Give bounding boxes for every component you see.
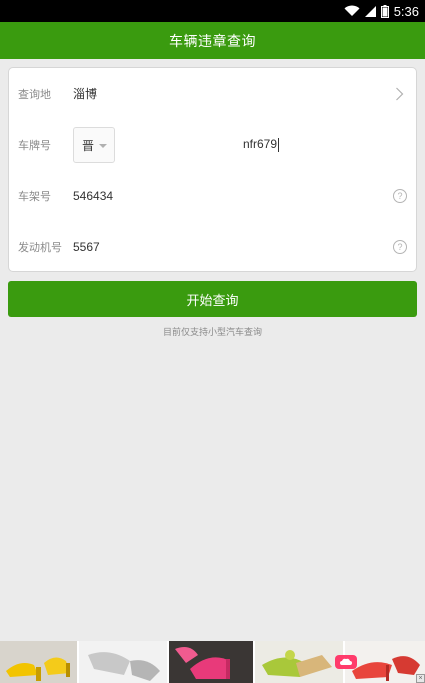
province-select[interactable]: 晋 bbox=[73, 127, 115, 163]
frame-number-input[interactable]: 546434 bbox=[73, 189, 113, 203]
frame-row: 车架号 546434 ? bbox=[9, 170, 416, 221]
status-icons: 5:36 bbox=[344, 0, 425, 22]
page-title: 车辆违章查询 bbox=[169, 33, 256, 50]
text-cursor bbox=[278, 137, 280, 152]
province-value: 晋 bbox=[82, 138, 95, 153]
signal-icon bbox=[364, 6, 376, 17]
ad-badge-icon bbox=[335, 655, 357, 669]
query-form-card: 查询地 淄博 车牌号 晋 nfr679 车架号 546434 ? 发动机号 55… bbox=[8, 67, 417, 272]
app-bar: 车辆违章查询 bbox=[0, 22, 425, 59]
support-note: 目前仅支持小型汽车查询 bbox=[162, 328, 262, 338]
start-query-label: 开始查询 bbox=[186, 293, 239, 309]
cloud-icon bbox=[340, 658, 352, 665]
status-time: 5:36 bbox=[393, 3, 419, 19]
engine-row: 发动机号 5567 ? bbox=[9, 221, 416, 272]
start-query-button[interactable]: 开始查询 bbox=[8, 281, 417, 317]
engine-number-input[interactable]: 5567 bbox=[73, 240, 100, 254]
status-bar: 5:36 bbox=[0, 0, 425, 22]
dropdown-caret-icon bbox=[99, 144, 107, 148]
ad-close-icon[interactable]: × bbox=[416, 674, 425, 683]
plate-number-input[interactable]: nfr679 bbox=[243, 137, 280, 152]
city-row[interactable]: 查询地 淄博 bbox=[9, 68, 416, 119]
city-label: 查询地 bbox=[18, 87, 51, 101]
plate-number-text: nfr679 bbox=[243, 137, 278, 152]
engine-label: 发动机号 bbox=[18, 240, 62, 254]
ad-image[interactable] bbox=[0, 641, 425, 683]
help-icon[interactable]: ? bbox=[393, 188, 407, 203]
plate-label: 车牌号 bbox=[18, 138, 51, 152]
ad-banner[interactable]: × bbox=[0, 641, 425, 683]
chevron-right-icon bbox=[396, 87, 404, 101]
frame-label: 车架号 bbox=[18, 189, 51, 203]
battery-icon bbox=[380, 4, 389, 18]
wifi-icon bbox=[344, 5, 360, 16]
city-value: 淄博 bbox=[73, 87, 98, 101]
help-icon[interactable]: ? bbox=[393, 239, 407, 254]
plate-row: 车牌号 晋 nfr679 bbox=[9, 119, 416, 170]
